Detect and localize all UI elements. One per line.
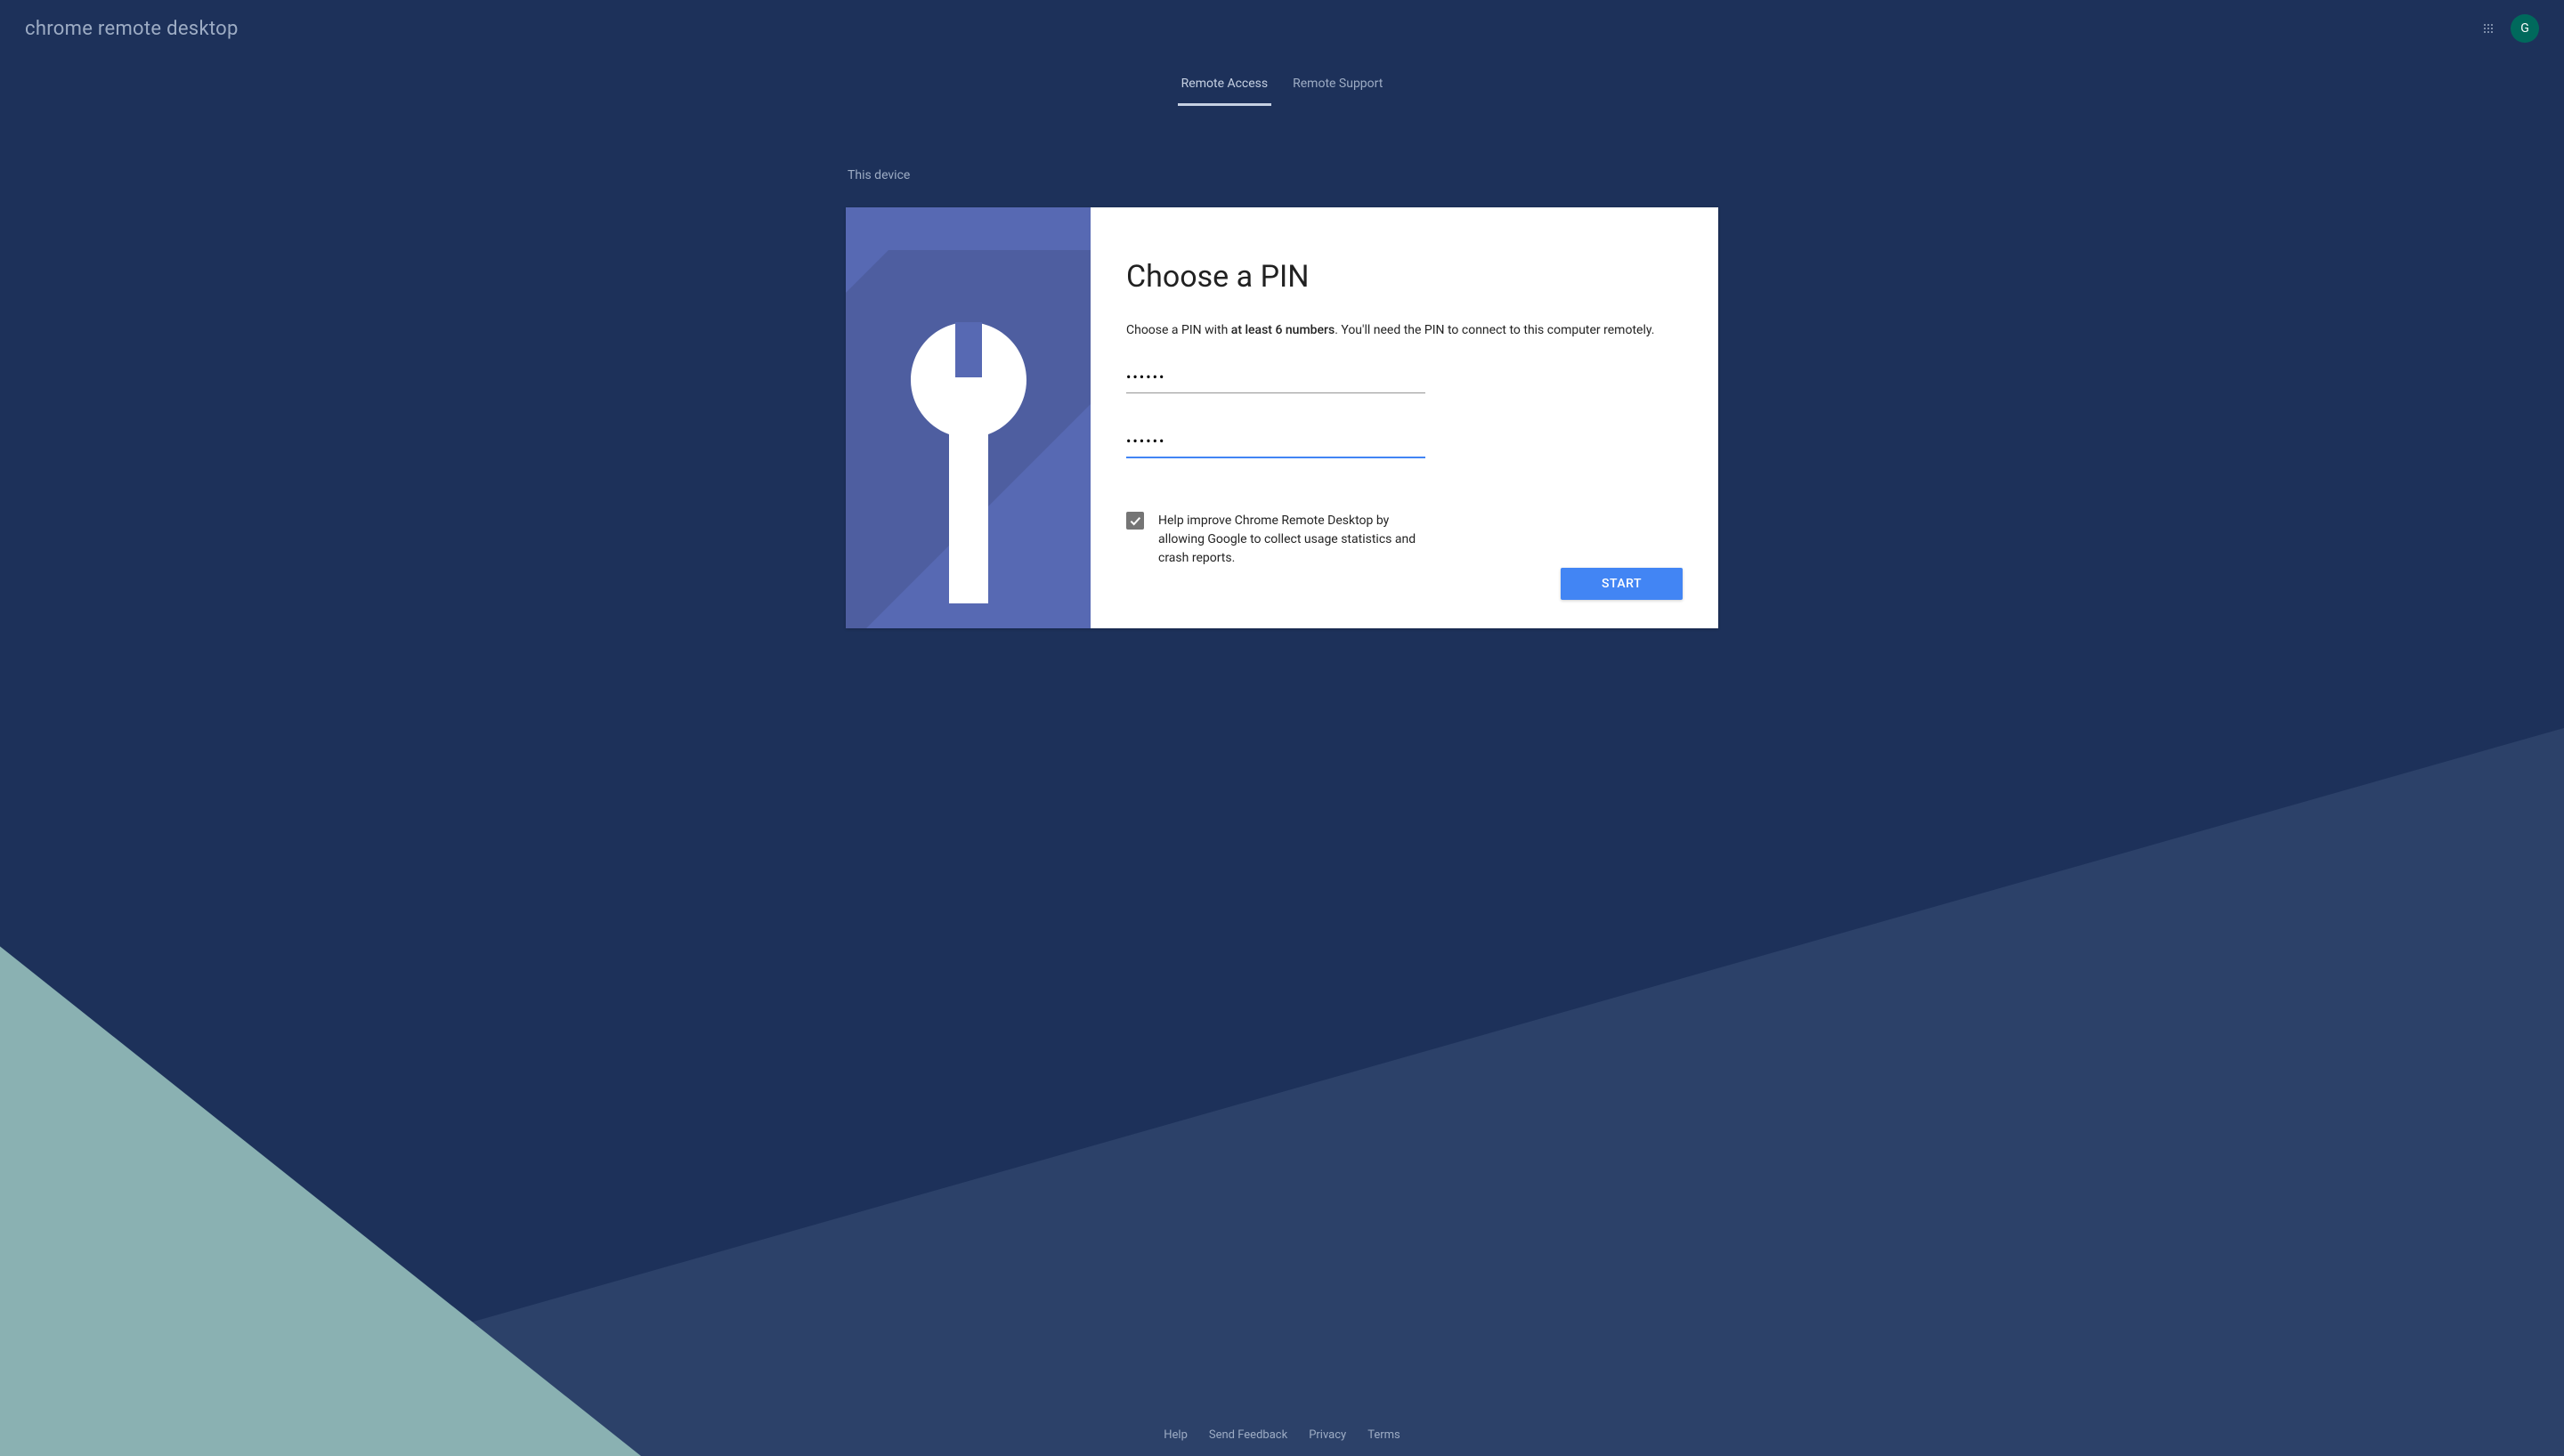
footer-link-privacy[interactable]: Privacy <box>1309 1428 1346 1442</box>
pin-input[interactable] <box>1126 361 1425 393</box>
main-content: This device Choose a PIN Choose a PIN wi… <box>832 168 1732 628</box>
setup-card: Choose a PIN Choose a PIN with at least … <box>846 207 1718 628</box>
checkbox-row: Help improve Chrome Remote Desktop by al… <box>1126 512 1429 568</box>
card-description: Choose a PIN with at least 6 numbers. Yo… <box>1126 321 1683 340</box>
card-illustration-panel <box>846 207 1091 628</box>
pin-input-wrapper-1 <box>1126 361 1683 393</box>
footer: Help Send Feedback Privacy Terms <box>0 1428 2564 1442</box>
footer-link-help[interactable]: Help <box>1164 1428 1188 1442</box>
start-button[interactable]: START <box>1561 568 1683 600</box>
wrench-icon <box>911 322 1026 603</box>
pin-input-wrapper-2 <box>1126 425 1683 458</box>
tab-remote-support[interactable]: Remote Support <box>1289 64 1386 106</box>
section-label: This device <box>848 168 1718 182</box>
header: chrome remote desktop G <box>0 0 2564 57</box>
google-apps-icon[interactable] <box>2480 20 2496 36</box>
footer-link-send-feedback[interactable]: Send Feedback <box>1209 1428 1287 1442</box>
checkmark-icon <box>1128 514 1142 528</box>
nav-tabs: Remote Access Remote Support <box>0 64 2564 106</box>
card-actions: START <box>1126 568 1683 600</box>
app-title: chrome remote desktop <box>25 18 239 40</box>
checkbox-label: Help improve Chrome Remote Desktop by al… <box>1158 512 1429 568</box>
card-title: Choose a PIN <box>1126 259 1683 295</box>
avatar[interactable]: G <box>2511 14 2539 43</box>
header-actions: G <box>2480 14 2539 43</box>
pin-confirm-input[interactable] <box>1126 425 1425 458</box>
usage-stats-checkbox[interactable] <box>1126 512 1144 530</box>
card-content: Choose a PIN Choose a PIN with at least … <box>1091 207 1718 628</box>
footer-link-terms[interactable]: Terms <box>1367 1428 1400 1442</box>
tab-remote-access[interactable]: Remote Access <box>1178 64 1271 106</box>
